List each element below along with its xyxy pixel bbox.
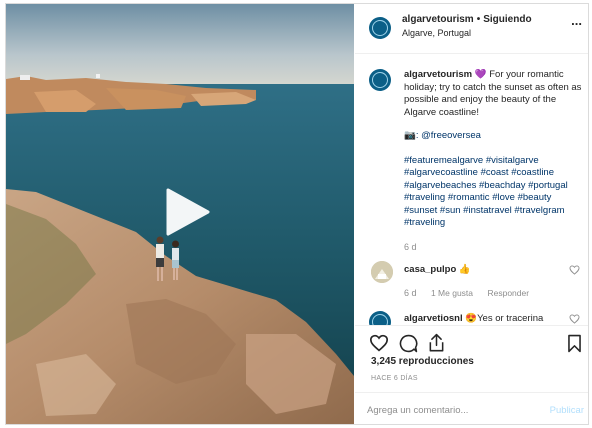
comment-text: 👍 bbox=[458, 264, 471, 275]
commenter-avatar[interactable] bbox=[371, 261, 393, 283]
hashtag[interactable]: #traveling bbox=[404, 192, 445, 203]
hashtag[interactable]: #traveling bbox=[404, 217, 445, 228]
share-icon[interactable] bbox=[427, 333, 446, 353]
video-player[interactable] bbox=[6, 4, 354, 424]
hashtag[interactable]: #love bbox=[492, 192, 515, 203]
hashtag[interactable]: #travelgram bbox=[514, 205, 564, 216]
comment: algarvetiosnl 😍Yes or tracerina bbox=[404, 313, 543, 324]
action-bar bbox=[355, 325, 588, 375]
caption: algarvetourism 💜 For your romantic holid… bbox=[404, 69, 582, 230]
post-header: algarvetourism • Siguiendo Algarve, Portug… bbox=[355, 4, 588, 54]
follow-status[interactable]: Siguiendo bbox=[483, 14, 531, 25]
hashtag[interactable]: #algarvecoastline bbox=[404, 167, 478, 178]
purple-heart-emoji: 💜 bbox=[474, 69, 487, 80]
comment-username[interactable]: algarvetiosnl bbox=[404, 313, 463, 324]
comment-input[interactable] bbox=[367, 401, 537, 419]
caption-avatar[interactable] bbox=[369, 69, 391, 91]
ellipsis-icon[interactable]: ... bbox=[571, 14, 582, 27]
caption-username[interactable]: algarvetourism bbox=[404, 69, 472, 80]
comment-username[interactable]: casa_pulpo bbox=[404, 264, 456, 275]
hashtag[interactable]: #romantic bbox=[448, 192, 490, 203]
post-side-panel: algarvetourism • Siguiendo Algarve, Portug… bbox=[355, 4, 588, 424]
comments-list: algarvetourism 💜 For your romantic holid… bbox=[355, 55, 588, 325]
header-username-line: algarvetourism • Siguiendo bbox=[402, 14, 532, 25]
comment-meta: 6 d 1 Me gusta Responder bbox=[404, 283, 529, 301]
hashtag[interactable]: #coast bbox=[481, 167, 509, 178]
comment: casa_pulpo 👍 bbox=[404, 264, 471, 275]
post-date[interactable]: HACE 6 DÍAS bbox=[371, 375, 418, 382]
avatar[interactable] bbox=[369, 17, 391, 39]
caption-time[interactable]: 6 d bbox=[404, 242, 417, 252]
hashtag[interactable]: #coastline bbox=[511, 167, 554, 178]
hashtag[interactable]: #featuremealgarve bbox=[404, 155, 483, 166]
hashtag[interactable]: #beauty bbox=[518, 192, 552, 203]
publish-button[interactable]: Publicar bbox=[550, 405, 584, 416]
comment-icon[interactable] bbox=[399, 334, 418, 353]
camera-emoji: 📷 bbox=[404, 130, 416, 141]
hashtag[interactable]: #visitalgarve bbox=[486, 155, 539, 166]
header-username[interactable]: algarvetourism bbox=[402, 14, 474, 25]
comment-likes[interactable]: 1 Me gusta bbox=[431, 288, 473, 298]
hashtag[interactable]: #algarvebeaches bbox=[404, 180, 476, 191]
hashtag[interactable]: #sunset bbox=[404, 205, 437, 216]
commenter-avatar[interactable] bbox=[369, 311, 391, 325]
hashtag[interactable]: #portugal bbox=[528, 180, 568, 191]
comment-like-icon[interactable] bbox=[569, 314, 580, 324]
comment-composer: Publicar bbox=[355, 392, 588, 424]
post-dialog: algarvetourism • Siguiendo Algarve, Portug… bbox=[5, 3, 589, 425]
comment-text: 😍Yes or tracerina bbox=[465, 313, 544, 324]
photo-credit[interactable]: : @freeoversea bbox=[416, 130, 481, 141]
hashtag-list: #featuremealgarve #visitalgarve #algarve… bbox=[404, 155, 582, 230]
comment-time[interactable]: 6 d bbox=[404, 288, 417, 298]
hashtag[interactable]: #beachday bbox=[479, 180, 525, 191]
bookmark-icon[interactable] bbox=[567, 334, 582, 353]
view-count[interactable]: 3,245 reproducciones bbox=[371, 356, 474, 367]
heart-icon[interactable] bbox=[369, 334, 389, 352]
header-separator: • bbox=[476, 14, 481, 25]
location-link[interactable]: Algarve, Portugal bbox=[402, 28, 471, 38]
comment-like-icon[interactable] bbox=[569, 265, 580, 275]
hashtag[interactable]: #sun bbox=[440, 205, 461, 216]
play-icon[interactable] bbox=[162, 186, 212, 238]
hashtag[interactable]: #instatravel bbox=[463, 205, 512, 216]
reply-button[interactable]: Responder bbox=[487, 288, 529, 298]
